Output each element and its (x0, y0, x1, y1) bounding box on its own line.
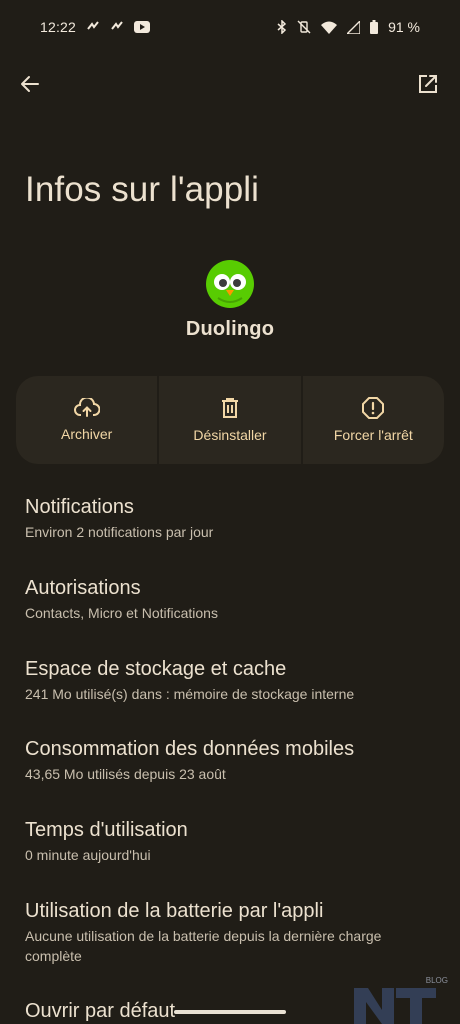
setting-title: Notifications (25, 496, 134, 518)
wifi-icon (321, 21, 338, 34)
app-actions: Archiver Désinstaller Forcer l'arrêt (16, 376, 444, 464)
status-time: 12:22 (40, 19, 77, 35)
open-app-button[interactable] (414, 70, 442, 98)
notification-app-icon (86, 20, 100, 34)
setting-permissions[interactable]: Autorisations Contacts, Micro et Notific… (25, 575, 440, 623)
setting-subtitle: 241 Mo utilisé(s) dans : mémoire de stoc… (25, 686, 355, 702)
arrow-back-icon (21, 76, 39, 92)
trash-icon (221, 398, 238, 418)
uninstall-label: Désinstaller (193, 427, 267, 443)
duolingo-owl-icon (206, 260, 254, 308)
watermark-logo: BLOG (352, 974, 452, 1024)
setting-screen-time[interactable]: Temps d'utilisation 0 minute aujourd'hui (25, 817, 440, 865)
status-right: 91 % (277, 19, 420, 35)
home-indicator[interactable] (174, 1010, 286, 1014)
back-button[interactable] (16, 70, 44, 98)
setting-subtitle: 0 minute aujourd'hui (25, 847, 151, 863)
app-name: Duolingo (185, 318, 275, 340)
top-app-bar (0, 62, 460, 106)
setting-title: Espace de stockage et cache (25, 658, 287, 680)
setting-subtitle: Contacts, Micro et Notifications (25, 605, 218, 621)
force-stop-label: Forcer l'arrêt (333, 427, 413, 443)
alert-octagon-icon (362, 397, 385, 419)
setting-battery[interactable]: Utilisation de la batterie par l'appli A… (25, 898, 440, 966)
status-bar: 12:22 91 % (0, 0, 460, 54)
archive-label: Archiver (60, 426, 113, 442)
setting-subtitle: Aucune utilisation de la batterie depuis… (25, 928, 382, 964)
archive-button[interactable]: Archiver (16, 376, 158, 464)
setting-title: Temps d'utilisation (25, 819, 188, 841)
setting-subtitle: Environ 2 notifications par jour (25, 524, 214, 540)
vibrate-off-icon (297, 20, 311, 34)
signal-icon (347, 20, 361, 34)
watermark-text: BLOG (425, 976, 448, 985)
setting-title: Consommation des données mobiles (25, 738, 355, 760)
battery-icon (370, 20, 379, 34)
youtube-icon (134, 21, 151, 33)
status-left: 12:22 (40, 19, 151, 35)
page-title: Infos sur l'appli (25, 170, 260, 209)
battery-percent: 91 % (388, 19, 420, 35)
notification-app-icon (110, 20, 124, 34)
setting-subtitle: 43,65 Mo utilisés depuis 23 août (25, 766, 226, 782)
uninstall-button[interactable]: Désinstaller (159, 376, 301, 464)
force-stop-button[interactable]: Forcer l'arrêt (302, 376, 444, 464)
setting-storage[interactable]: Espace de stockage et cache 241 Mo utili… (25, 656, 440, 704)
setting-notifications[interactable]: Notifications Environ 2 notifications pa… (25, 494, 440, 542)
bluetooth-icon (277, 20, 287, 34)
setting-title: Autorisations (25, 577, 141, 599)
cloud-upload-icon (73, 398, 100, 417)
setting-mobile-data[interactable]: Consommation des données mobiles 43,65 M… (25, 736, 440, 784)
setting-title: Utilisation de la batterie par l'appli (25, 900, 324, 922)
open-external-icon (419, 75, 437, 93)
